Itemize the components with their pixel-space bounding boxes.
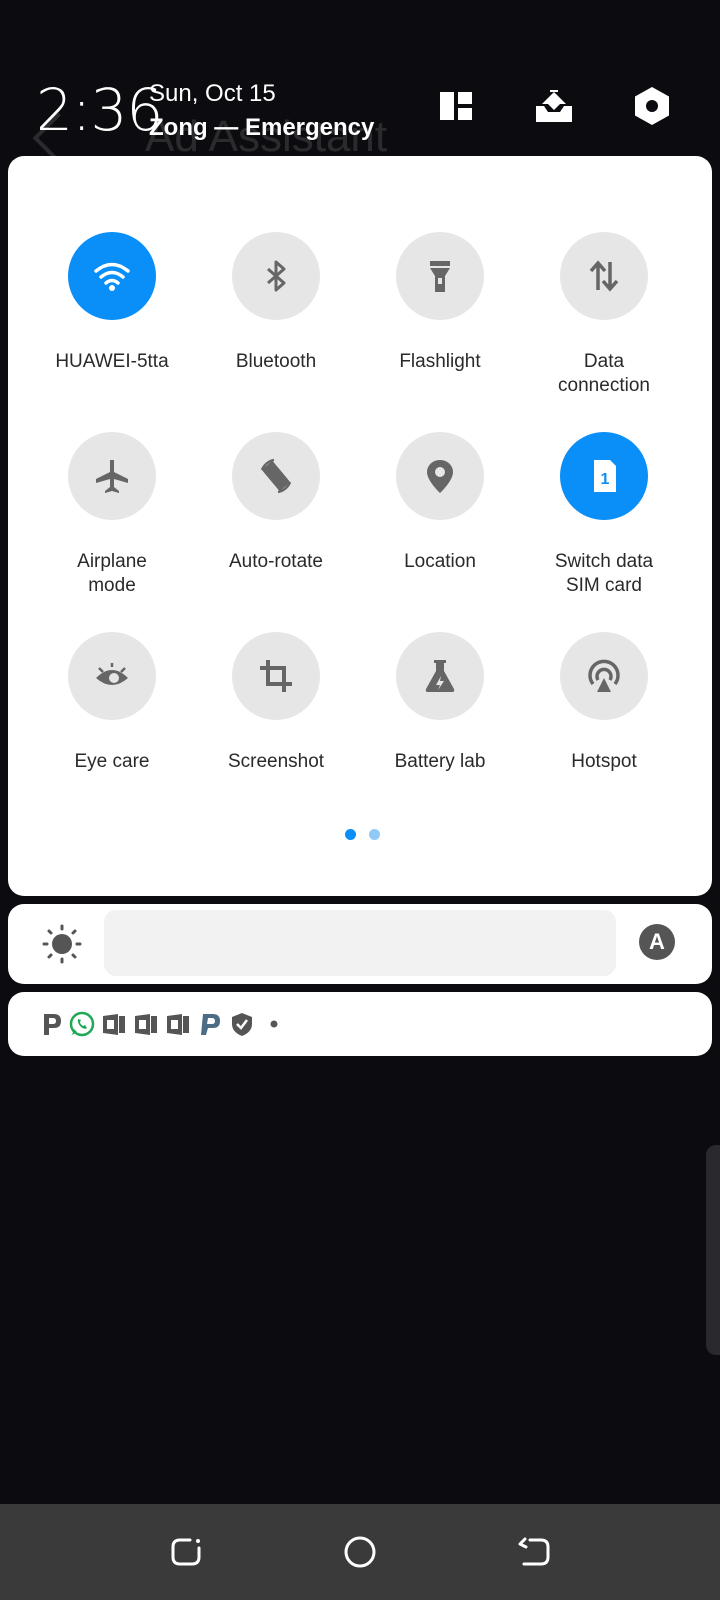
clock[interactable]: 2:36 [36, 76, 163, 144]
tile-wifi[interactable]: HUAWEI-5tta [30, 232, 194, 374]
whatsapp-icon [68, 1010, 96, 1038]
auto-rotate-icon[interactable] [232, 432, 320, 520]
tile-label-battery-lab: Battery lab [394, 751, 486, 772]
page-dot-2[interactable] [369, 829, 381, 840]
date-label[interactable]: Sun, Oct 15 [149, 80, 276, 108]
flask-icon[interactable] [396, 632, 484, 720]
quick-settings-panel: HUAWEI-5tta Bluetooth Flashlight Data co… [8, 156, 712, 896]
tile-label-screenshot: Screenshot [227, 751, 325, 772]
sim-number: 1 [601, 471, 610, 488]
tile-switch-sim[interactable]: 1 Switch data SIM card [522, 432, 686, 598]
tile-label-wifi: HUAWEI-5tta [55, 351, 169, 372]
tile-eye-care[interactable]: Eye care [30, 632, 194, 774]
brightness-slider[interactable] [104, 910, 616, 976]
eye-care-icon[interactable] [68, 632, 156, 720]
tile-label-location: Location [404, 551, 476, 572]
page-dot-1[interactable] [345, 829, 356, 840]
wifi-icon[interactable] [68, 232, 156, 320]
tile-label-switch-sim: Switch data SIM card [554, 551, 654, 596]
tile-label-flashlight: Flashlight [399, 351, 481, 372]
tile-location[interactable]: Location [358, 432, 522, 574]
tile-label-data-connection: Data connection [558, 351, 650, 396]
settings-gear-icon[interactable] [630, 84, 674, 128]
tile-label-eye-care: Eye care [74, 751, 150, 772]
carrier-label: Zong — Emergency [149, 114, 375, 141]
notification-icons-bar[interactable] [8, 992, 712, 1056]
sim-card-icon[interactable]: 1 [560, 432, 648, 520]
shield-check-icon [228, 1010, 256, 1038]
tile-label-auto-rotate: Auto-rotate [229, 551, 323, 572]
tile-battery-lab[interactable]: Battery lab [358, 632, 522, 774]
crop-icon[interactable] [232, 632, 320, 720]
page-indicator[interactable] [345, 827, 389, 845]
tile-bluetooth[interactable]: Bluetooth [194, 232, 358, 374]
flashlight-icon[interactable] [396, 232, 484, 320]
p-app-icon [38, 1010, 66, 1038]
calendar-icon [132, 1010, 160, 1038]
calendar-icon [100, 1010, 128, 1038]
home-icon[interactable] [342, 1534, 378, 1570]
tile-data-connection[interactable]: Data connection [522, 232, 686, 398]
airplane-icon[interactable] [68, 432, 156, 520]
location-pin-icon[interactable] [396, 432, 484, 520]
tile-auto-rotate[interactable]: Auto-rotate [194, 432, 358, 574]
tile-label-hotspot: Hotspot [571, 751, 637, 772]
tile-label-bluetooth: Bluetooth [235, 351, 317, 372]
tile-flashlight[interactable]: Flashlight [358, 232, 522, 374]
navigation-bar [0, 1504, 720, 1600]
tray-download-icon[interactable] [532, 84, 576, 128]
calendar-icon [164, 1010, 192, 1038]
more-dot-icon [260, 1010, 288, 1038]
tile-label-airplane-mode: Airplane mode [77, 551, 147, 596]
tile-hotspot[interactable]: Hotspot [522, 632, 686, 774]
back-icon[interactable] [516, 1534, 552, 1570]
hotspot-icon[interactable] [560, 632, 648, 720]
edge-panel-handle[interactable] [706, 1145, 720, 1355]
tile-screenshot[interactable]: Screenshot [194, 632, 358, 774]
brightness-row: A [8, 904, 712, 984]
tile-airplane-mode[interactable]: Airplane mode [30, 432, 194, 598]
data-arrows-icon[interactable] [560, 232, 648, 320]
p-app-icon [196, 1010, 224, 1038]
brightness-sun-icon [42, 924, 82, 964]
bluetooth-icon[interactable] [232, 232, 320, 320]
recents-icon[interactable] [168, 1534, 204, 1570]
grid-edit-icon[interactable] [434, 84, 478, 128]
auto-brightness-button[interactable]: A [639, 924, 675, 960]
